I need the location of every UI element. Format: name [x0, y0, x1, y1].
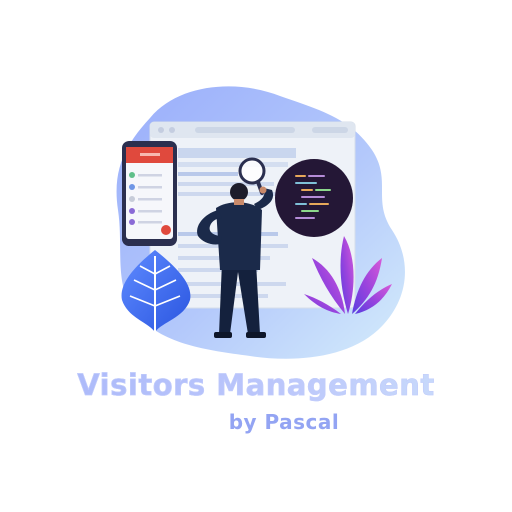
logo-illustration: [116, 86, 405, 359]
mobile-phone-icon: [122, 141, 177, 246]
app-title: Visitors Management: [0, 368, 512, 403]
app-subtitle: by Pascal: [228, 410, 340, 434]
code-screen-icon: [275, 159, 353, 237]
